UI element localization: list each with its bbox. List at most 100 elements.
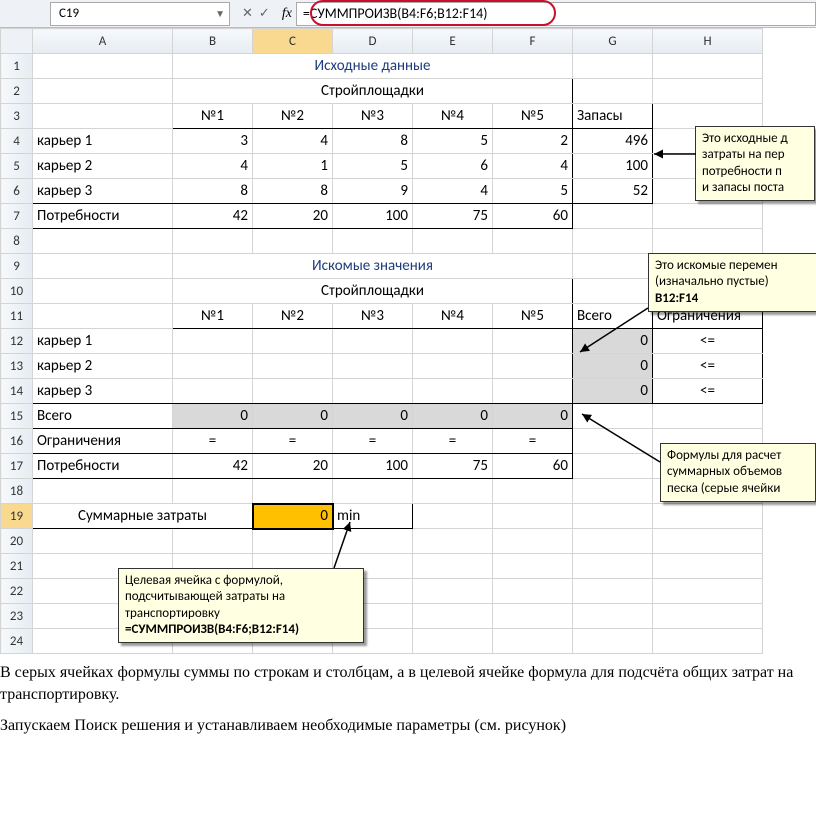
row-label[interactable]: карьер 1	[33, 329, 173, 354]
op-cell[interactable]: =	[173, 429, 253, 454]
total-cell[interactable]: 0	[413, 404, 493, 429]
row-header[interactable]: 11	[1, 304, 33, 329]
cell[interactable]	[33, 304, 173, 329]
cell[interactable]	[33, 279, 173, 304]
col-header-D[interactable]: D	[333, 29, 413, 54]
need-cell[interactable]: 60	[493, 204, 573, 229]
cell[interactable]	[413, 604, 493, 629]
col-label[interactable]: №4	[413, 104, 493, 129]
var-cell[interactable]	[333, 329, 413, 354]
op-cell[interactable]: =	[333, 429, 413, 454]
data-cell[interactable]: 4	[173, 154, 253, 179]
cell[interactable]	[413, 529, 493, 554]
need-label[interactable]: Потребности	[33, 454, 173, 479]
cell[interactable]	[333, 229, 413, 254]
col-label[interactable]: №3	[333, 304, 413, 329]
cell[interactable]	[573, 254, 653, 279]
need-cell[interactable]: 20	[253, 454, 333, 479]
cell[interactable]	[653, 579, 763, 604]
cell[interactable]	[573, 529, 653, 554]
row-header[interactable]: 16	[1, 429, 33, 454]
cell[interactable]	[573, 279, 653, 304]
col-header-H[interactable]: H	[653, 29, 763, 54]
stock-cell[interactable]: 496	[573, 129, 653, 154]
cell[interactable]	[33, 254, 173, 279]
data-cell[interactable]: 8	[173, 179, 253, 204]
cell[interactable]	[573, 429, 653, 454]
cell[interactable]	[653, 629, 763, 654]
var-cell[interactable]	[413, 354, 493, 379]
data-cell[interactable]: 3	[173, 129, 253, 154]
sum-cell[interactable]: 0	[573, 379, 653, 404]
row-header[interactable]: 6	[1, 179, 33, 204]
data-cell[interactable]: 2	[493, 129, 573, 154]
dropdown-icon[interactable]: ▼	[215, 7, 225, 20]
stock-cell[interactable]: 100	[573, 154, 653, 179]
cell[interactable]	[33, 104, 173, 129]
cancel-icon[interactable]: ✕	[242, 6, 253, 21]
subtitle-1[interactable]: Стройплощадки	[173, 79, 573, 104]
cell[interactable]	[333, 529, 413, 554]
cell[interactable]	[253, 529, 333, 554]
cell[interactable]	[33, 479, 173, 504]
var-cell[interactable]	[493, 354, 573, 379]
summary-label[interactable]: Суммарные затраты	[33, 504, 253, 529]
cell[interactable]	[413, 504, 493, 529]
row-label[interactable]: карьер 3	[33, 179, 173, 204]
row-header[interactable]: 14	[1, 379, 33, 404]
need-cell[interactable]: 42	[173, 454, 253, 479]
row-label[interactable]: карьер 3	[33, 379, 173, 404]
need-cell[interactable]: 60	[493, 454, 573, 479]
col-label[interactable]: №5	[493, 104, 573, 129]
cell[interactable]	[253, 479, 333, 504]
row-header[interactable]: 10	[1, 279, 33, 304]
var-cell[interactable]	[333, 379, 413, 404]
cell[interactable]	[493, 604, 573, 629]
var-cell[interactable]	[253, 329, 333, 354]
sum-cell[interactable]: 0	[573, 354, 653, 379]
subtitle-2[interactable]: Стройплощадки	[173, 279, 573, 304]
need-cell[interactable]: 20	[253, 204, 333, 229]
cell[interactable]	[413, 629, 493, 654]
need-cell[interactable]: 75	[413, 204, 493, 229]
var-cell[interactable]	[253, 354, 333, 379]
cell[interactable]	[173, 229, 253, 254]
var-cell[interactable]	[173, 354, 253, 379]
name-box[interactable]: C19 ▼	[50, 2, 230, 26]
cell[interactable]	[653, 104, 763, 129]
cell[interactable]	[173, 479, 253, 504]
op-cell[interactable]: <=	[653, 329, 763, 354]
cell[interactable]	[573, 504, 653, 529]
total-cell[interactable]: 0	[333, 404, 413, 429]
cell[interactable]	[573, 79, 653, 104]
cell[interactable]	[493, 504, 573, 529]
cell[interactable]	[653, 404, 763, 429]
cell[interactable]	[173, 529, 253, 554]
data-cell[interactable]: 4	[253, 129, 333, 154]
cell[interactable]	[253, 229, 333, 254]
col-label[interactable]: №1	[173, 304, 253, 329]
row-header[interactable]: 4	[1, 129, 33, 154]
row-label[interactable]: карьер 1	[33, 129, 173, 154]
op-cell[interactable]: =	[253, 429, 333, 454]
data-cell[interactable]: 5	[413, 129, 493, 154]
data-cell[interactable]: 9	[333, 179, 413, 204]
cell[interactable]	[573, 229, 653, 254]
cell[interactable]	[413, 229, 493, 254]
var-cell[interactable]	[413, 379, 493, 404]
cell[interactable]	[653, 504, 763, 529]
data-cell[interactable]: 6	[413, 154, 493, 179]
min-label[interactable]: min	[333, 504, 413, 529]
title-1[interactable]: Исходные данные	[173, 54, 573, 79]
cell[interactable]	[493, 579, 573, 604]
cell[interactable]	[573, 54, 653, 79]
title-2[interactable]: Искомые значения	[173, 254, 573, 279]
op-cell[interactable]: =	[493, 429, 573, 454]
formula-input[interactable]: =СУММПРОИЗВ(B4:F6;B12:F14)	[296, 2, 816, 26]
cell[interactable]	[573, 604, 653, 629]
total-cell[interactable]: 0	[253, 404, 333, 429]
row-header[interactable]: 1	[1, 54, 33, 79]
cell[interactable]	[573, 479, 653, 504]
row-header[interactable]: 15	[1, 404, 33, 429]
fx-icon[interactable]: fx	[282, 6, 292, 22]
